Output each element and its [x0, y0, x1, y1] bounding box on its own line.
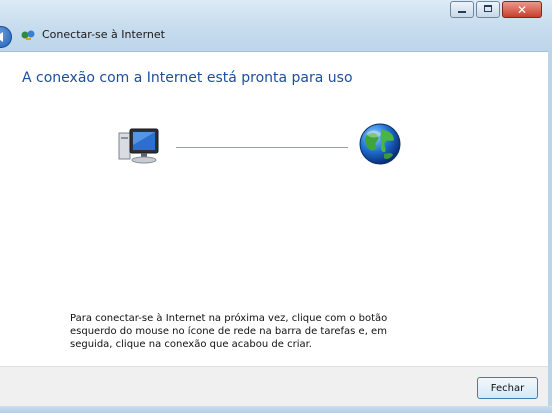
minimize-button[interactable]: [450, 1, 474, 18]
window-border: [548, 51, 552, 413]
close-button[interactable]: Fechar: [477, 377, 538, 399]
maximize-button[interactable]: [476, 1, 500, 18]
back-button[interactable]: [0, 26, 12, 48]
window-border: [0, 406, 552, 413]
close-window-button[interactable]: ✕: [502, 1, 542, 18]
connect-to-internet-window: ✕ Conectar-se à Internet A conexão com a…: [0, 0, 552, 413]
window-title: Conectar-se à Internet: [42, 28, 165, 41]
instructions-line: seguida, clique na conexão que acabou de…: [70, 339, 312, 350]
instructions-line: esquerdo do mouse no ícone de rede na ba…: [70, 326, 387, 337]
page-heading: A conexão com a Internet está pronta par…: [22, 70, 353, 86]
close-icon: ✕: [516, 3, 528, 17]
wizard-content: A conexão com a Internet está pronta par…: [0, 52, 552, 366]
instructions-text: Para conectar-se à Internet na próxima v…: [70, 312, 400, 351]
connection-line: [176, 147, 348, 148]
window-controls: ✕: [450, 1, 542, 18]
network-icon: [21, 30, 35, 40]
globe-icon: [359, 123, 401, 165]
computer-icon: [118, 128, 159, 164]
window-chrome: ✕ Conectar-se à Internet: [0, 0, 552, 52]
instructions-line: Para conectar-se à Internet na próxima v…: [70, 313, 388, 324]
